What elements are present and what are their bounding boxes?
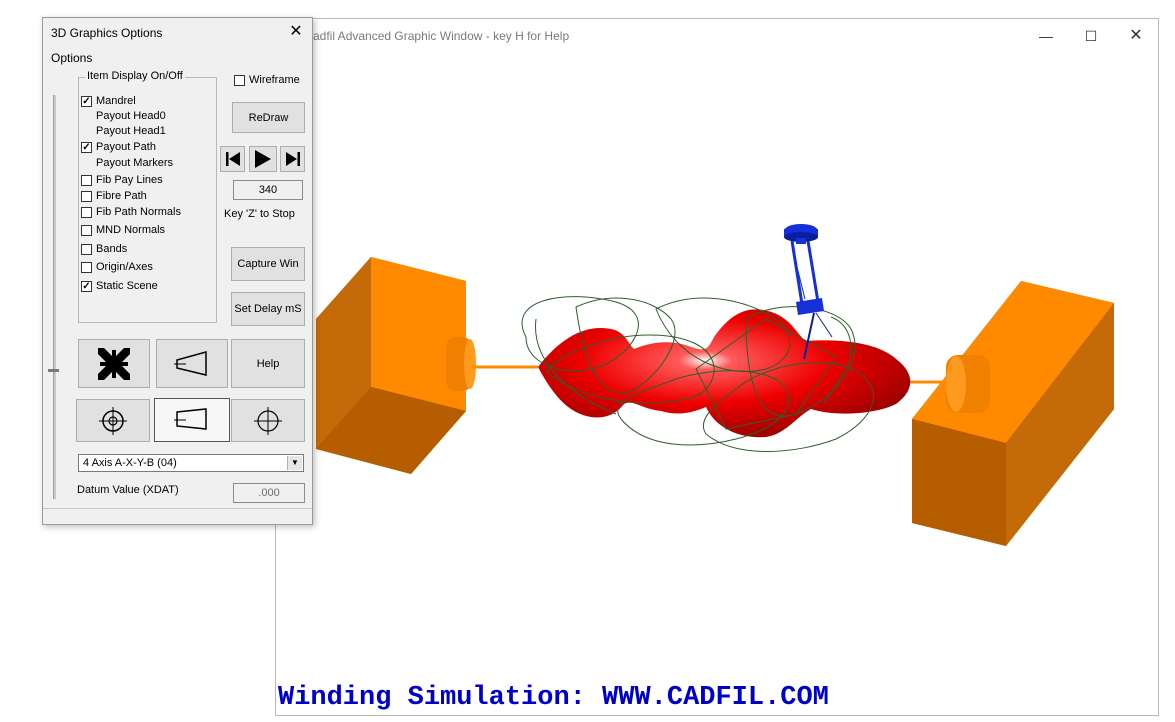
minimize-button[interactable]: — (1031, 24, 1061, 48)
right-chuck (912, 281, 1114, 546)
graphics-options-dialog: 3D Graphics Options ✕ Options Item Displ… (42, 17, 313, 525)
maximize-button[interactable]: ☐ (1076, 24, 1106, 48)
checkbox-box[interactable] (81, 190, 92, 202)
play-button[interactable] (249, 146, 277, 172)
item-checkbox[interactable]: Origin/Axes (81, 260, 153, 274)
checkbox-box[interactable]: ✓ (81, 95, 92, 107)
vertical-slider-thumb[interactable] (48, 369, 59, 372)
checkbox-label: Mandrel (96, 95, 136, 107)
checkbox-label: Bands (96, 243, 128, 255)
graphic-window[interactable]: adfil Advanced Graphic Window - key H fo… (275, 18, 1159, 716)
item-checkbox[interactable]: Fib Pay Lines (81, 173, 163, 187)
perspective-view-button[interactable] (156, 339, 228, 388)
dialog-separator (43, 508, 312, 509)
item-checkbox[interactable]: Payout Head1 (81, 124, 166, 138)
play-icon (255, 150, 271, 168)
wireframe-checkbox[interactable]: Wireframe (234, 74, 300, 86)
fit-view-button[interactable] (78, 339, 150, 388)
perspective-toggle-button[interactable] (154, 398, 230, 442)
skip-to-start-button[interactable] (220, 146, 245, 172)
checkbox-label: Payout Head1 (96, 125, 166, 137)
dialog-title: 3D Graphics Options (51, 26, 163, 40)
checkbox-box[interactable] (81, 206, 92, 218)
axis-select-value: 4 Axis A-X-Y-B (04) (83, 457, 177, 469)
menu-options[interactable]: Options (51, 51, 92, 65)
datum-value-field[interactable]: .000 (233, 483, 305, 503)
perspective-frustum-icon (174, 408, 207, 430)
perspective-frustum-icon (174, 350, 207, 376)
skip-end-icon (285, 152, 300, 166)
checkbox-label: Payout Head0 (96, 110, 166, 122)
datum-label: Datum Value (XDAT) (77, 484, 179, 496)
item-checkbox[interactable]: Payout Head0 (81, 109, 166, 123)
item-display-group: Item Display On/Off ✓ Mandrel Payout Head0… (78, 70, 217, 323)
checkbox-label: Origin/Axes (96, 261, 153, 273)
checkbox-box[interactable]: ✓ (81, 280, 92, 292)
vertical-slider-track[interactable] (53, 95, 56, 499)
capture-window-button[interactable]: Capture Win (231, 247, 305, 281)
dialog-close-button[interactable]: ✕ (286, 22, 306, 42)
checkbox-label: MND Normals (96, 224, 166, 236)
skip-start-icon (225, 152, 240, 166)
wireframe-label: Wireframe (249, 74, 300, 86)
checkbox-box[interactable]: ✓ (81, 141, 92, 153)
collapse-arrows-icon (98, 347, 130, 380)
simulation-caption: Winding Simulation: WWW.CADFIL.COM (278, 683, 829, 713)
frame-counter-field[interactable]: 340 (233, 180, 303, 200)
group-label: Item Display On/Off (85, 70, 185, 82)
checkbox-box[interactable] (81, 174, 92, 186)
set-delay-button[interactable]: Set Delay mS (231, 292, 305, 326)
target-right-button[interactable] (231, 399, 305, 442)
item-checkbox[interactable]: Fib Path Normals (81, 205, 181, 219)
item-checkbox[interactable]: ✓ Mandrel (81, 94, 136, 108)
close-window-button[interactable]: ✕ (1121, 24, 1151, 48)
stop-hint-label: Key 'Z' to Stop (224, 208, 295, 220)
target-left-button[interactable] (76, 399, 150, 442)
3d-scene-viewport[interactable] (276, 19, 1160, 717)
crosshair-icon (254, 406, 282, 435)
checkbox-label: Fibre Path (96, 190, 147, 202)
checkbox-label: Static Scene (96, 280, 158, 292)
item-checkbox[interactable]: MND Normals (81, 223, 165, 237)
machine-axis-select[interactable]: 4 Axis A-X-Y-B (04) ▼ (78, 454, 304, 472)
item-checkbox[interactable]: Bands (81, 242, 127, 256)
checkbox-label: Payout Markers (96, 157, 174, 169)
wireframe-checkbox-box[interactable] (234, 74, 245, 86)
item-checkbox[interactable]: ✓ Static Scene (81, 279, 158, 293)
checkbox-box[interactable] (81, 243, 92, 255)
checkbox-label: Fib Path Normals (96, 206, 181, 218)
left-chuck (316, 257, 476, 474)
checkbox-box[interactable] (81, 224, 92, 236)
redraw-button[interactable]: ReDraw (232, 102, 305, 133)
item-checkbox[interactable]: Payout Markers (81, 156, 173, 170)
window-title: adfil Advanced Graphic Window - key H fo… (313, 29, 570, 43)
chevron-down-icon[interactable]: ▼ (287, 456, 302, 470)
item-checkbox[interactable]: ✓ Payout Path (81, 140, 156, 154)
skip-to-end-button[interactable] (280, 146, 305, 172)
checkbox-box[interactable] (81, 261, 92, 273)
help-button[interactable]: Help (231, 339, 305, 388)
crosshair-icon (99, 406, 127, 435)
item-checkbox[interactable]: Fibre Path (81, 189, 147, 203)
checkbox-label: Fib Pay Lines (96, 174, 163, 186)
checkbox-label: Payout Path (96, 141, 156, 153)
